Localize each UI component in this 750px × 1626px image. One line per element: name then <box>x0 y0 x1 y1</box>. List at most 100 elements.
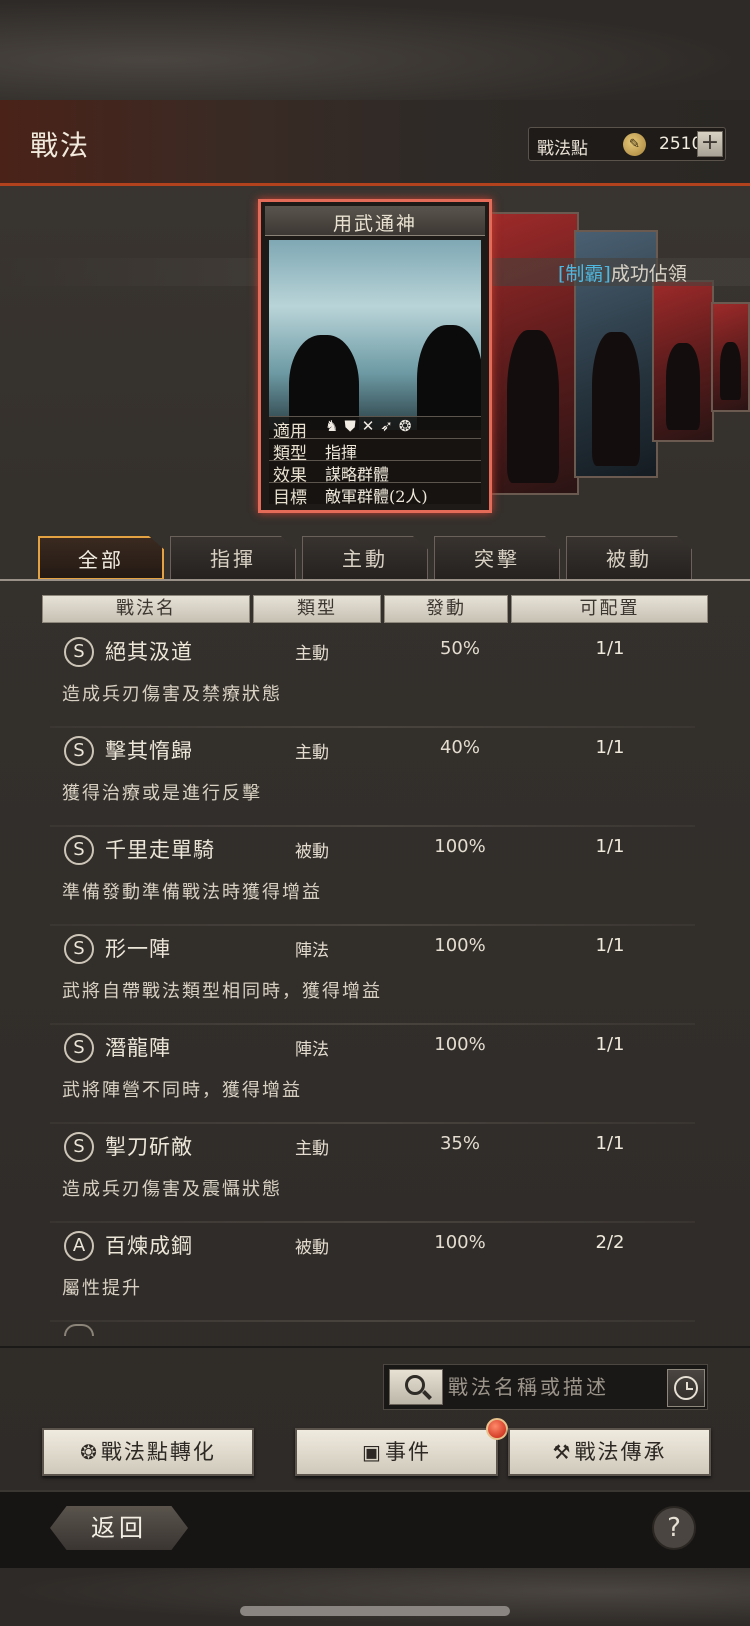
grade-badge: S <box>64 835 94 865</box>
notification-dot <box>486 1418 508 1440</box>
table-row[interactable]: A 百煉成鋼 被動 100% 2/2 屬性提升 <box>50 1226 695 1322</box>
grade-badge: S <box>64 637 94 667</box>
tab-assault[interactable]: 突擊 <box>434 536 560 580</box>
wheel-icon: ❂ <box>398 417 418 435</box>
tactic-activation: 100% <box>434 1034 486 1055</box>
tactic-type: 主動 <box>295 743 329 763</box>
search-box <box>383 1364 708 1410</box>
shield-icon: ⛊ <box>344 417 362 435</box>
card-row-target: 目標 敵軍群體(2人) <box>269 482 481 508</box>
card-row-type: 類型 指揮 <box>269 438 481 464</box>
back-button[interactable]: 返回 <box>50 1506 188 1550</box>
events-button[interactable]: ▣事件 <box>295 1428 498 1476</box>
column-header-type[interactable]: 類型 <box>253 595 381 623</box>
column-header-name[interactable]: 戰法名 <box>42 595 250 623</box>
notice-tag: [制霸] <box>558 263 611 285</box>
flame-icon: ❂ <box>80 1440 99 1464</box>
card-row-value: 敵軍群體(2人) <box>325 487 428 506</box>
tactic-name: 千里走單騎 <box>105 838 215 862</box>
tactic-type: 被動 <box>295 842 329 862</box>
column-header-slots[interactable]: 可配置 <box>511 595 708 623</box>
grade-badge: S <box>64 1033 94 1063</box>
card-row-applicable: 適用 ♞⛊✕➶❂ <box>269 416 481 442</box>
tactic-description: 武將陣營不同時，獲得增益 <box>62 1080 302 1101</box>
convert-points-label: 戰法點轉化 <box>100 1440 216 1464</box>
tactic-points-box: 戰法點 ✎ 2510 + <box>528 127 726 161</box>
tactic-card-thumbnail[interactable] <box>711 302 750 412</box>
tactic-name: 形一陣 <box>105 937 171 961</box>
tactic-slots: 1/1 <box>595 638 625 659</box>
tactic-slots: 1/1 <box>595 1034 625 1055</box>
tactics-table: S 絕其汲道 主動 50% 1/1 造成兵刃傷害及禁療狀態 S 擊其惰歸 主動 … <box>0 632 750 1348</box>
row-divider <box>50 1221 695 1223</box>
tab-passive[interactable]: 被動 <box>566 536 692 580</box>
tactic-activation: 35% <box>439 1133 480 1154</box>
grade-badge: S <box>64 934 94 964</box>
card-title-bar: 用武通神 <box>265 206 485 236</box>
tactic-name: 絕其汲道 <box>105 640 193 664</box>
table-row[interactable]: S 絕其汲道 主動 50% 1/1 造成兵刃傷害及禁療狀態 <box>50 632 695 728</box>
table-row[interactable]: S 千里走單騎 被動 100% 1/1 準備發動準備戰法時獲得增益 <box>50 830 695 926</box>
tactic-slots: 1/1 <box>595 737 625 758</box>
grade-badge: S <box>64 1132 94 1162</box>
row-divider <box>50 1320 695 1322</box>
scroll-icon: ▣ <box>362 1440 383 1464</box>
tactic-name: 掣刀斫敵 <box>105 1135 193 1159</box>
search-input[interactable] <box>448 1369 664 1405</box>
tactic-activation: 100% <box>434 836 486 857</box>
tactic-description: 武將自帶戰法類型相同時，獲得增益 <box>62 981 382 1002</box>
spear-icon: ➶ <box>380 417 399 435</box>
inherit-tactic-button[interactable]: ⚒戰法傳承 <box>508 1428 711 1476</box>
tactic-slots: 1/1 <box>595 836 625 857</box>
tactic-type: 主動 <box>295 644 329 664</box>
table-row[interactable]: S 擊其惰歸 主動 40% 1/1 獲得治療或是進行反擊 <box>50 731 695 827</box>
tactic-description: 屬性提升 <box>62 1278 142 1299</box>
tactic-card-thumbnail[interactable] <box>487 212 579 495</box>
tactic-name: 百煉成鋼 <box>105 1234 193 1258</box>
featured-tactic-card[interactable]: 用武通神 適用 ♞⛊✕➶❂ 類型 指揮 效果 謀略群體 目標 敵軍群體(2人) <box>258 199 492 513</box>
add-points-button[interactable]: + <box>697 131 723 157</box>
table-row[interactable]: S 潛龍陣 陣法 100% 1/1 武將陣營不同時，獲得增益 <box>50 1028 695 1124</box>
tactic-activation: 50% <box>439 638 480 659</box>
tactic-type: 陣法 <box>295 941 329 961</box>
help-button[interactable]: ? <box>652 1506 696 1550</box>
tactic-slots: 1/1 <box>595 1133 625 1154</box>
tactic-description: 準備發動準備戰法時獲得增益 <box>62 882 322 903</box>
inherit-tactic-label: 戰法傳承 <box>574 1440 667 1464</box>
grade-badge: A <box>64 1231 94 1261</box>
bow-icon: ✕ <box>361 417 381 435</box>
tabs-divider <box>0 579 750 581</box>
card-artwork <box>269 240 481 430</box>
tactic-points-value: 2510 <box>659 134 703 154</box>
grade-badge: S <box>64 736 94 766</box>
row-divider <box>50 1023 695 1025</box>
background-bottom <box>0 1568 750 1626</box>
hammer-icon: ⚒ <box>552 1440 573 1464</box>
tab-command[interactable]: 指揮 <box>170 536 296 580</box>
next-row-grade-badge <box>64 1324 94 1336</box>
tactic-activation: 100% <box>434 1232 486 1253</box>
tactic-description: 造成兵刃傷害及禁療狀態 <box>62 684 282 705</box>
card-title: 用武通神 <box>332 213 417 235</box>
search-button[interactable] <box>389 1369 443 1405</box>
tactic-type: 被動 <box>295 1238 329 1258</box>
tactic-type: 主動 <box>295 1139 329 1159</box>
column-header-activation[interactable]: 發動 <box>384 595 508 623</box>
tactic-name: 潛龍陣 <box>105 1036 171 1060</box>
table-row[interactable]: S 形一陣 陣法 100% 1/1 武將自帶戰法類型相同時，獲得增益 <box>50 929 695 1025</box>
tactic-type: 陣法 <box>295 1040 329 1060</box>
row-divider <box>50 825 695 827</box>
row-divider <box>50 726 695 728</box>
tactic-card-thumbnail[interactable] <box>652 280 714 442</box>
home-indicator[interactable] <box>240 1606 510 1616</box>
tactic-name: 擊其惰歸 <box>105 739 193 763</box>
tab-active[interactable]: 主動 <box>302 536 428 580</box>
history-button[interactable] <box>667 1369 705 1407</box>
table-row[interactable]: S 掣刀斫敵 主動 35% 1/1 造成兵刃傷害及震懾狀態 <box>50 1127 695 1223</box>
notice-message: [制霸]成功佔領 <box>558 259 687 286</box>
card-row-effect: 效果 謀略群體 <box>269 460 481 486</box>
list-bottom-divider <box>0 1346 750 1348</box>
events-label: 事件 <box>384 1440 431 1464</box>
convert-points-button[interactable]: ❂戰法點轉化 <box>42 1428 254 1476</box>
tab-all[interactable]: 全部 <box>38 536 164 580</box>
